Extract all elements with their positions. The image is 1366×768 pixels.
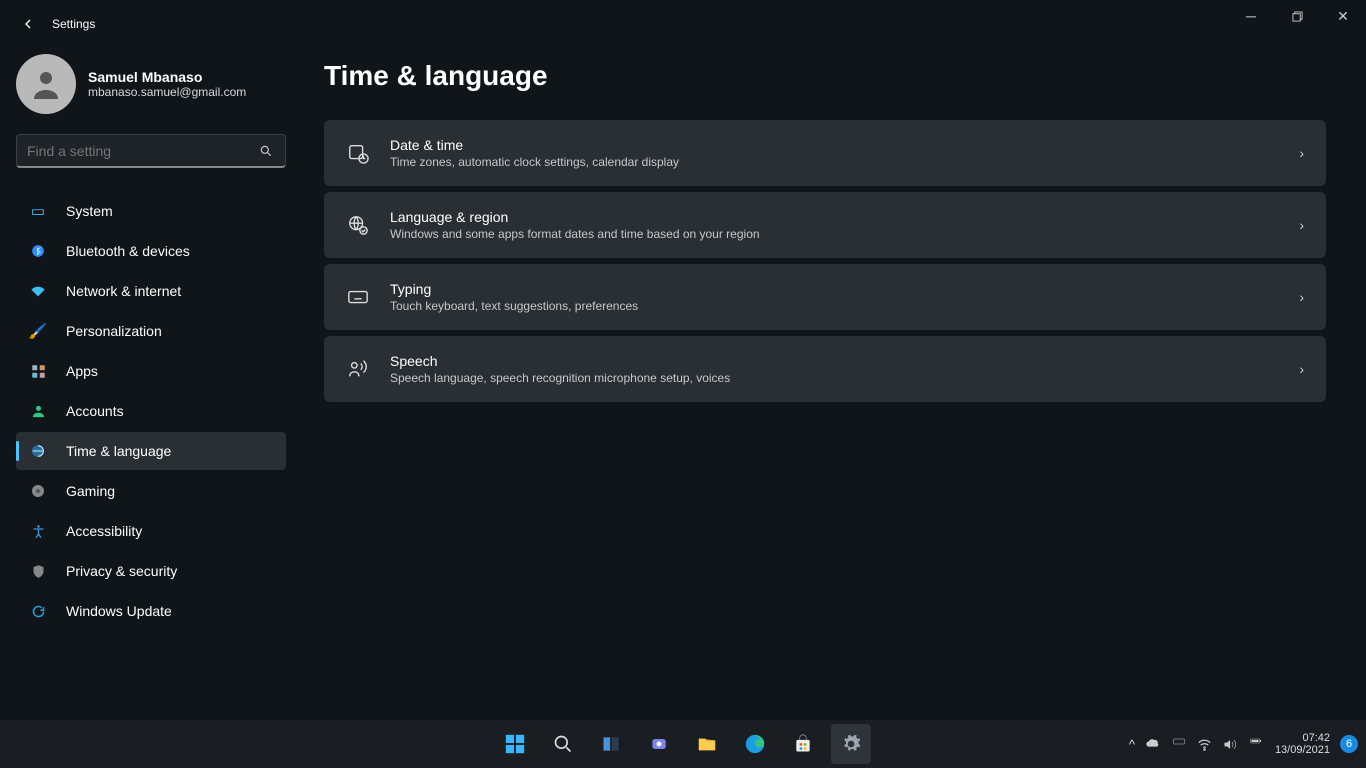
clock-date: 13/09/2021 — [1275, 744, 1330, 756]
monitor-icon: ▭ — [28, 201, 48, 221]
sidebar: Samuel Mbanaso mbanaso.samuel@gmail.com … — [0, 48, 300, 630]
nav-bluetooth[interactable]: Bluetooth & devices — [16, 232, 286, 270]
main-content: Time & language Date & time Time zones, … — [324, 60, 1326, 408]
clock[interactable]: 07:42 13/09/2021 — [1275, 732, 1330, 756]
bluetooth-icon — [28, 241, 48, 261]
card-desc: Time zones, automatic clock settings, ca… — [390, 155, 1299, 169]
nav-label: Time & language — [66, 443, 171, 459]
card-desc: Windows and some apps format dates and t… — [390, 227, 1299, 241]
apps-icon — [28, 361, 48, 381]
card-desc: Touch keyboard, text suggestions, prefer… — [390, 299, 1299, 313]
maximize-button[interactable] — [1274, 0, 1320, 32]
update-icon — [28, 601, 48, 621]
nav-label: Bluetooth & devices — [66, 243, 190, 259]
back-button[interactable] — [18, 14, 38, 34]
search-input[interactable] — [27, 143, 259, 159]
language-icon — [346, 213, 370, 237]
nav-accounts[interactable]: Accounts — [16, 392, 286, 430]
nav-apps[interactable]: Apps — [16, 352, 286, 390]
card-date-time[interactable]: Date & time Time zones, automatic clock … — [324, 120, 1326, 186]
clock-time: 07:42 — [1275, 732, 1330, 744]
card-language-region[interactable]: Language & region Windows and some apps … — [324, 192, 1326, 258]
nav-gaming[interactable]: Gaming — [16, 472, 286, 510]
nav-accessibility[interactable]: Accessibility — [16, 512, 286, 550]
nav-label: Privacy & security — [66, 563, 177, 579]
person-icon — [28, 401, 48, 421]
profile-name: Samuel Mbanaso — [88, 69, 246, 85]
card-title: Typing — [390, 281, 1299, 297]
chevron-right-icon: › — [1299, 289, 1304, 305]
card-speech[interactable]: Speech Speech language, speech recogniti… — [324, 336, 1326, 402]
card-title: Date & time — [390, 137, 1299, 153]
nav-label: Gaming — [66, 483, 115, 499]
volume-tray-icon[interactable] — [1222, 737, 1237, 752]
system-tray: ^ 07:42 13/09/2021 6 — [1129, 732, 1358, 756]
card-typing[interactable]: Typing Touch keyboard, text suggestions,… — [324, 264, 1326, 330]
nav-privacy[interactable]: Privacy & security — [16, 552, 286, 590]
search-box[interactable] — [16, 134, 286, 168]
minimize-button[interactable]: ─ — [1228, 0, 1274, 32]
profile-email: mbanaso.samuel@gmail.com — [88, 85, 246, 99]
accessibility-icon — [28, 521, 48, 541]
wifi-tray-icon[interactable] — [1197, 737, 1212, 752]
file-explorer-button[interactable] — [687, 724, 727, 764]
chevron-right-icon: › — [1299, 145, 1304, 161]
card-desc: Speech language, speech recognition micr… — [390, 371, 1299, 385]
card-title: Language & region — [390, 209, 1299, 225]
nav-windows-update[interactable]: Windows Update — [16, 592, 286, 630]
shield-icon — [28, 561, 48, 581]
calendar-clock-icon — [346, 141, 370, 165]
keyboard-icon — [346, 285, 370, 309]
avatar — [16, 54, 76, 114]
taskbar: ^ 07:42 13/09/2021 6 — [0, 720, 1366, 768]
chevron-right-icon: › — [1299, 217, 1304, 233]
keyboard-tray-icon[interactable] — [1171, 738, 1187, 750]
tray-chevron-icon[interactable]: ^ — [1129, 737, 1135, 752]
globe-clock-icon — [28, 441, 48, 461]
task-view-button[interactable] — [591, 724, 631, 764]
nav-personalization[interactable]: 🖌️ Personalization — [16, 312, 286, 350]
paintbrush-icon: 🖌️ — [28, 321, 48, 341]
nav-label: System — [66, 203, 113, 219]
nav-label: Apps — [66, 363, 98, 379]
nav-time-language[interactable]: Time & language — [16, 432, 286, 470]
wifi-icon — [28, 281, 48, 301]
speech-icon — [346, 357, 370, 381]
profile-block[interactable]: Samuel Mbanaso mbanaso.samuel@gmail.com — [16, 54, 300, 114]
card-title: Speech — [390, 353, 1299, 369]
onedrive-icon[interactable] — [1145, 736, 1161, 752]
settings-taskbar-button[interactable] — [831, 724, 871, 764]
start-button[interactable] — [495, 724, 535, 764]
chat-button[interactable] — [639, 724, 679, 764]
nav-label: Personalization — [66, 323, 162, 339]
titlebar: Settings — [0, 0, 1366, 48]
nav-label: Accounts — [66, 403, 124, 419]
nav-label: Windows Update — [66, 603, 172, 619]
notification-badge[interactable]: 6 — [1340, 735, 1358, 753]
page-title: Time & language — [324, 60, 1326, 92]
nav-list: ▭ System Bluetooth & devices Network & i… — [16, 192, 300, 630]
battery-tray-icon[interactable] — [1247, 738, 1265, 750]
edge-button[interactable] — [735, 724, 775, 764]
close-button[interactable]: ✕ — [1320, 0, 1366, 32]
chevron-right-icon: › — [1299, 361, 1304, 377]
nav-system[interactable]: ▭ System — [16, 192, 286, 230]
search-icon — [259, 144, 275, 158]
nav-label: Accessibility — [66, 523, 142, 539]
gaming-icon — [28, 481, 48, 501]
search-taskbar-button[interactable] — [543, 724, 583, 764]
window-title: Settings — [52, 17, 95, 31]
nav-label: Network & internet — [66, 283, 181, 299]
store-button[interactable] — [783, 724, 823, 764]
nav-network[interactable]: Network & internet — [16, 272, 286, 310]
